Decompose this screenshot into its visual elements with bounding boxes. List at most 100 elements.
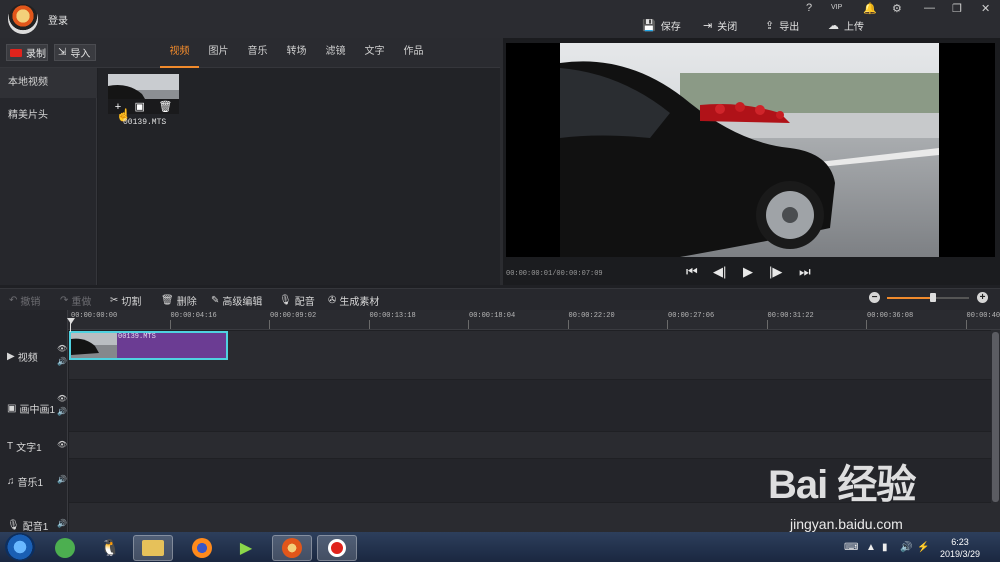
save-button[interactable]: 💾 保存 (642, 18, 681, 33)
advanced-edit-button[interactable]: ✎ 高级编辑 (211, 293, 262, 308)
notification-icon[interactable]: ⚡ (917, 542, 929, 553)
ruler-tick-label: 00:00:04:16 (170, 312, 217, 320)
generate-label: 生成素材 (339, 297, 380, 308)
track-label-text: 文字1 (16, 443, 42, 454)
track-label-dub: 配音1 (22, 522, 49, 533)
trash-icon: 🗑 (161, 295, 174, 306)
ruler-tick-label: 00:00:18:04 (469, 312, 516, 320)
tab-music[interactable]: 音乐 (238, 38, 277, 68)
dub-button[interactable]: 🎙 配音 (279, 293, 315, 308)
taskbar-app-qq[interactable]: 🐧 (90, 535, 130, 561)
undo-button[interactable]: ↶ 撤销 (9, 293, 40, 308)
tab-works[interactable]: 作品 (394, 38, 433, 68)
clip-name: 00139.MTS (118, 333, 156, 341)
ruler-tick-line (766, 320, 768, 329)
ruler-tick-label: 00:00:27:06 (668, 312, 715, 320)
tab-filter[interactable]: 滤镜 (316, 38, 355, 68)
zoom-slider-handle[interactable] (929, 293, 936, 302)
eye-icon[interactable]: 👁 (57, 440, 67, 449)
tab-text[interactable]: 文字 (355, 38, 394, 68)
preview-icon[interactable]: ▣ (135, 100, 145, 113)
camera-icon (10, 48, 22, 57)
zoom-out-icon[interactable]: − (869, 292, 880, 303)
clock-time: 6:23 (951, 537, 969, 547)
import-label: 导入 (70, 49, 91, 60)
advanced-edit-label: 高级编辑 (222, 297, 263, 308)
speaker-icon[interactable]: 🔊 (57, 357, 67, 366)
ruler-tick-label: 00:00:00:00 (71, 312, 118, 320)
tab-transition[interactable]: 转场 (277, 38, 316, 68)
help-icon[interactable]: ? (806, 2, 812, 14)
ruler-tick-line (368, 320, 370, 329)
music-track-icon: ♫ (7, 476, 15, 487)
ruler-tick-line (269, 320, 270, 329)
taskbar-app-player[interactable]: ▶ (226, 535, 266, 561)
clip-thumbnail (71, 333, 117, 358)
export-button[interactable]: ⇪ 导出 (765, 18, 799, 33)
skip-to-start-icon[interactable]: ⏮ (686, 264, 698, 280)
text-track-icon: T (7, 441, 14, 452)
tray-arrow-icon[interactable]: ▲ (866, 542, 876, 553)
generate-button[interactable]: ✇ 生成素材 (328, 293, 379, 308)
ruler-tick-line (866, 320, 867, 329)
save-label: 保存 (660, 22, 681, 33)
maximize-icon[interactable]: ❐ (952, 2, 962, 15)
network-icon[interactable]: ▮ (882, 542, 888, 553)
sidebar-item-local-video[interactable]: 本地视频 (0, 68, 97, 98)
close-icon[interactable]: ✕ (981, 2, 990, 15)
close-project-button[interactable]: ⇥ 关闭 (703, 18, 737, 33)
minimize-icon[interactable]: — (924, 2, 935, 14)
timeline-scroll-thumb[interactable] (992, 332, 999, 502)
step-forward-icon[interactable]: |▶ (769, 264, 782, 280)
import-button[interactable]: ⇲ 导入 (54, 44, 96, 61)
refresh-app-icon (55, 538, 75, 558)
speaker-icon[interactable]: 🔊 (57, 519, 67, 528)
eye-icon[interactable]: 👁 (57, 394, 67, 403)
tab-video[interactable]: 视频 (160, 38, 199, 68)
close-project-label: 关闭 (717, 22, 738, 33)
system-clock[interactable]: 6:23 2019/3/29 (930, 536, 990, 560)
ruler-tick-line (169, 320, 171, 329)
bell-icon[interactable]: 🔔 (863, 2, 877, 15)
taskbar-app-firefox[interactable] (182, 535, 222, 561)
watermark-url: jingyan.baidu.com (790, 516, 903, 532)
speaker-icon[interactable]: 🔊 (57, 407, 67, 416)
zoom-in-icon[interactable]: + (977, 292, 988, 303)
login-link[interactable]: 登录 (48, 12, 68, 27)
sidebar-item-intros[interactable]: 精美片头 (0, 101, 97, 131)
volume-icon[interactable]: 🔊 (900, 542, 912, 553)
skip-to-end-icon[interactable]: ⏭ (799, 264, 811, 280)
taskbar-app-refresh[interactable] (45, 535, 85, 561)
qq-penguin-icon: 🐧 (100, 540, 120, 557)
cut-label: 切割 (121, 297, 142, 308)
playhead-marker[interactable] (67, 318, 75, 324)
mic-icon: 🎙 (279, 295, 292, 306)
preview-frame (560, 43, 939, 257)
keyboard-icon[interactable]: ⌨ (844, 542, 858, 553)
eye-icon[interactable]: 👁 (57, 344, 67, 353)
record-label: 录制 (26, 49, 46, 60)
folder-icon (142, 540, 164, 556)
library-sidebar: 本地视频 精美片头 (0, 68, 97, 285)
start-button[interactable] (5, 533, 35, 561)
trash-icon[interactable]: 🗑 (158, 100, 172, 113)
upload-button[interactable]: ☁ 上传 (828, 18, 864, 33)
delete-button[interactable]: 🗑 删除 (161, 293, 197, 308)
undo-label: 撤销 (20, 297, 41, 308)
taskbar-app-explorer[interactable] (133, 535, 173, 561)
tab-image[interactable]: 图片 (199, 38, 238, 68)
record-button[interactable]: 录制 (6, 44, 48, 61)
track-label-music: 音乐1 (17, 478, 44, 489)
play-icon[interactable]: ▶ (743, 264, 753, 280)
vip-icon[interactable]: VIP (831, 4, 842, 11)
redo-button[interactable]: ↷ 重做 (60, 293, 91, 308)
cut-button[interactable]: ✂ 切割 (110, 293, 141, 308)
step-back-icon[interactable]: ◀| (713, 264, 726, 280)
taskbar-app-editor[interactable] (272, 535, 312, 561)
pip-track[interactable] (69, 380, 991, 431)
app-logo[interactable] (8, 4, 38, 34)
gear-icon[interactable]: ⚙ (892, 2, 902, 15)
ruler-tick-label: 00:00:13:18 (369, 312, 416, 320)
taskbar-app-recorder[interactable] (317, 535, 357, 561)
speaker-icon[interactable]: 🔊 (57, 475, 67, 484)
